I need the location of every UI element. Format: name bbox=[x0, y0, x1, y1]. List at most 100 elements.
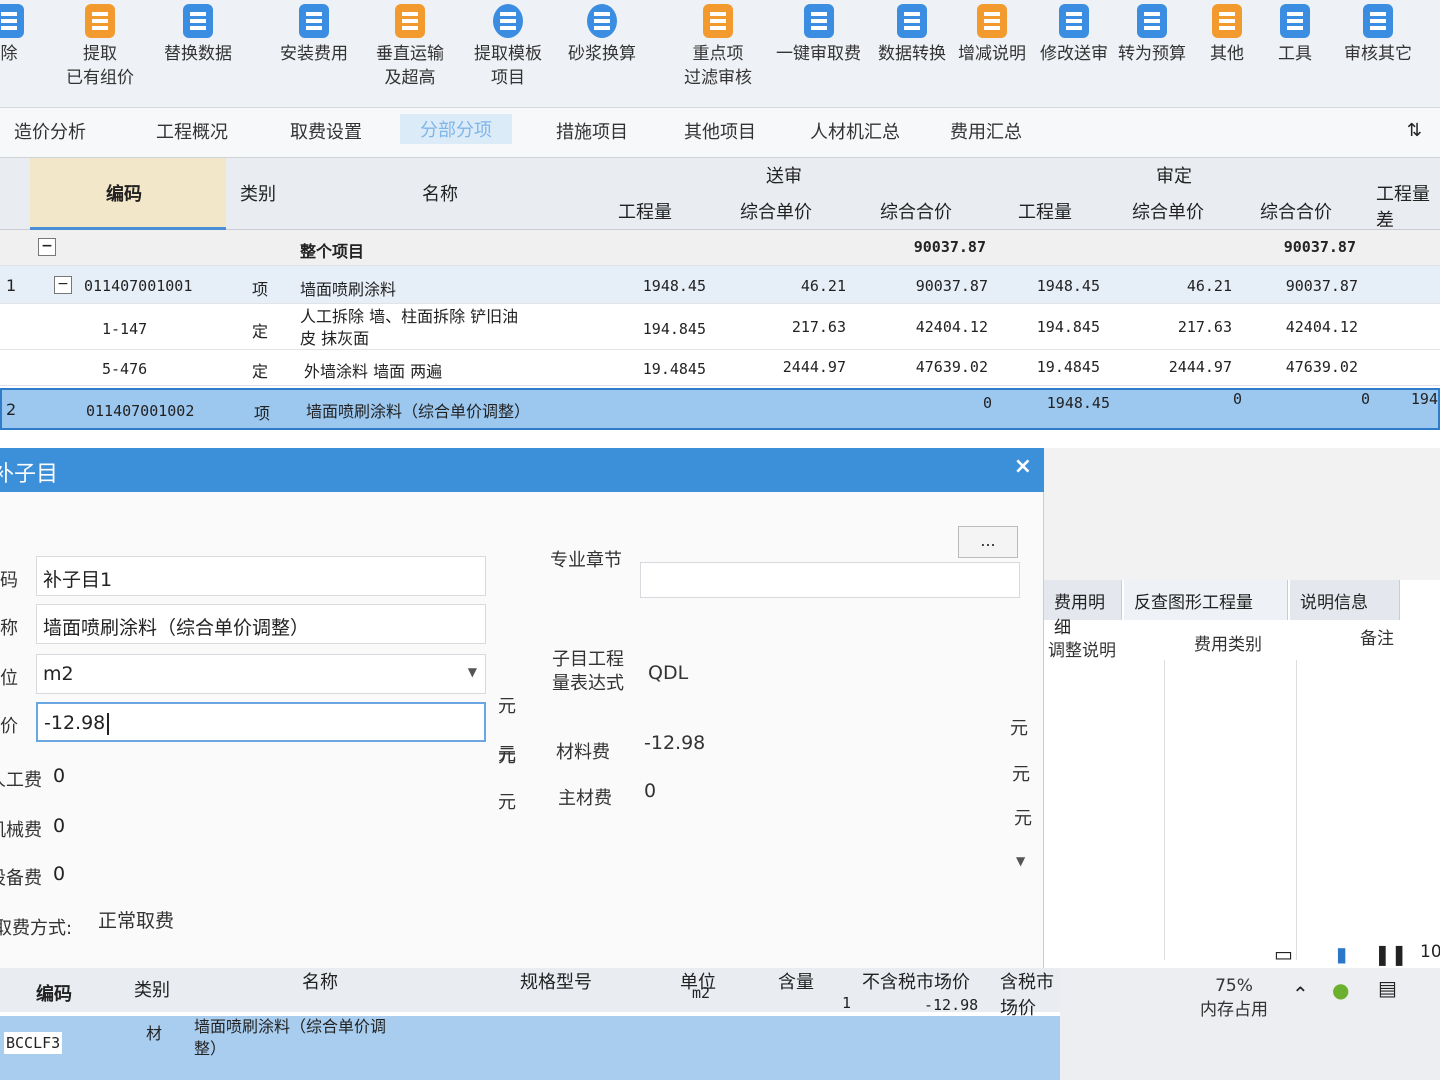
price-field[interactable]: -12.98 bbox=[36, 702, 486, 742]
ribbon-button-to-budget[interactable]: 转为预算 bbox=[1118, 4, 1186, 66]
calendar-icon[interactable]: ▭ bbox=[1274, 942, 1293, 966]
chapter-field[interactable] bbox=[640, 562, 1020, 598]
row-audit-unit-price: 2444.97 bbox=[1168, 358, 1232, 376]
tab-sub-items[interactable]: 分部分项 bbox=[400, 114, 512, 144]
security-icon[interactable]: ● bbox=[1332, 978, 1349, 1002]
row-audit-qty: 1948.45 bbox=[1036, 277, 1100, 295]
table-row[interactable]: 1 − 011407001001 项 墙面喷刷涂料 1948.45 46.21 … bbox=[0, 266, 1440, 304]
ribbon-button-label: 提取 已有组价 bbox=[66, 44, 134, 88]
row-audit-unit-price: 217.63 bbox=[1177, 318, 1232, 336]
row-code: 5-476 bbox=[102, 360, 148, 378]
filter-audit-icon bbox=[703, 4, 733, 38]
ribbon-toolbar: 除 提取 已有组价 替换数据 安装费用 垂直运输 及超高 提取模板 项目 砂浆换算 重点项 过… bbox=[0, 0, 1440, 108]
dialog-title-bar[interactable]: 补子目 × bbox=[0, 448, 1044, 492]
ribbon-button-other[interactable]: 其他 bbox=[1210, 4, 1244, 66]
tab-labor-material-summary[interactable]: 人材机汇总 bbox=[810, 118, 900, 144]
row-audit-total: 42404.12 bbox=[1285, 318, 1358, 336]
equipment-field[interactable]: 0 bbox=[46, 854, 486, 894]
ribbon-button-replace-data[interactable]: 替换数据 bbox=[164, 4, 232, 66]
tab-notes[interactable]: 说明信息 bbox=[1290, 580, 1400, 620]
ribbon-button-vertical-transport[interactable]: 垂直运输 及超高 bbox=[376, 4, 444, 90]
material-unit: 元 bbox=[1010, 718, 1028, 739]
material-row-unit-left: 元 bbox=[498, 744, 516, 765]
qty-expression-field[interactable]: QDL bbox=[648, 662, 688, 684]
unit-select[interactable]: m2 ▼ bbox=[36, 654, 486, 694]
ribbon-button-extract-price[interactable]: 提取 已有组价 bbox=[66, 4, 134, 90]
text-cursor-icon bbox=[107, 712, 110, 735]
ribbon-button-label: 安装费用 bbox=[280, 44, 348, 64]
row-name: 外墙涂料 墙面 两遍 bbox=[304, 362, 443, 381]
equipment-label: 设备费 bbox=[0, 868, 42, 889]
row-price-excl-tax[interactable]: -12.98 bbox=[924, 996, 978, 1014]
ribbon-button-tools[interactable]: 工具 bbox=[1278, 4, 1312, 66]
header-adjust-note: 调整说明 bbox=[1048, 641, 1116, 661]
chevron-up-icon[interactable]: ⌃ bbox=[1292, 982, 1309, 1006]
machine-unit: 元 bbox=[498, 792, 516, 813]
replace-data-icon bbox=[183, 4, 213, 38]
labor-field[interactable]: 0 bbox=[46, 756, 486, 796]
row-type: 项 bbox=[252, 280, 269, 299]
tab-measures[interactable]: 措施项目 bbox=[556, 118, 628, 144]
row-name: 墙面喷刷涂料（综合单价调整） bbox=[306, 402, 531, 421]
name-field[interactable]: 墙面喷刷涂料（综合单价调整） bbox=[36, 604, 486, 644]
fee-mode-select[interactable]: 正常取费 bbox=[98, 906, 174, 933]
chapter-browse-button[interactable]: ... bbox=[958, 526, 1018, 558]
chapter-label: 专业章节 bbox=[550, 550, 622, 571]
main-material-field[interactable]: 0 bbox=[644, 780, 656, 802]
ribbon-button-filter-audit[interactable]: 重点项 过滤审核 bbox=[684, 4, 752, 90]
ribbon-button-label: 数据转换 bbox=[878, 44, 946, 64]
ribbon-button-label: 工具 bbox=[1278, 44, 1312, 64]
ribbon-button-data-convert[interactable]: 数据转换 bbox=[878, 4, 946, 66]
layout-icon[interactable]: ▮ bbox=[1336, 942, 1347, 966]
tab-fee-summary[interactable]: 费用汇总 bbox=[950, 118, 1022, 144]
install-fee-icon bbox=[299, 4, 329, 38]
module-tabs: 造价分析 工程概况 取费设置 分部分项 措施项目 其他项目 人材机汇总 费用汇总… bbox=[0, 108, 1440, 158]
ribbon-button-delete[interactable]: 除 bbox=[0, 4, 24, 66]
row-name: 人工拆除 墙、柱面拆除 铲旧油 皮 抹灰面 bbox=[300, 307, 519, 348]
row-submit-total: 0 bbox=[982, 394, 992, 412]
tab-fee-detail[interactable]: 费用明细 bbox=[1044, 580, 1122, 638]
pause-icon[interactable]: ❚❚ bbox=[1374, 942, 1408, 966]
template-icon bbox=[493, 4, 523, 38]
ribbon-button-edit-submit[interactable]: 修改送审 bbox=[1040, 4, 1108, 66]
ribbon-button-label: 增减说明 bbox=[958, 44, 1026, 64]
collapse-icon[interactable]: − bbox=[54, 276, 72, 294]
tab-fee-settings[interactable]: 取费设置 bbox=[290, 118, 362, 144]
table-row-total[interactable]: − 整个项目 90037.87 90037.87 bbox=[0, 230, 1440, 266]
code-field[interactable]: 补子目1 bbox=[36, 556, 486, 596]
ribbon-button-label: 审核其它 bbox=[1344, 44, 1412, 64]
ribbon-button-audit-fee[interactable]: 一键审取费 bbox=[776, 4, 861, 66]
close-icon[interactable]: × bbox=[1014, 454, 1032, 479]
header-price-incl-tax: 含税市场价 bbox=[1000, 972, 1054, 1019]
table-row[interactable]: BCCLF3 材 墙面喷刷涂料（综合单价调 整） m2 1 -12.98 bbox=[0, 984, 1060, 1080]
row-audit-total: 90037.87 bbox=[1283, 238, 1356, 256]
chevron-down-icon[interactable]: ▼ bbox=[468, 665, 477, 679]
ribbon-button-template[interactable]: 提取模板 项目 bbox=[474, 4, 542, 90]
extract-price-icon bbox=[85, 4, 115, 38]
ribbon-button-install-fee[interactable]: 安装费用 bbox=[280, 4, 348, 66]
row-type: 定 bbox=[252, 322, 269, 341]
price-value: -12.98 bbox=[44, 712, 106, 734]
tab-project-overview[interactable]: 工程概况 bbox=[156, 118, 228, 144]
table-row[interactable]: 5-476 定 外墙涂料 墙面 两遍 19.4845 2444.97 47639… bbox=[0, 350, 1440, 386]
ribbon-button-mortar-convert[interactable]: 砂浆换算 bbox=[568, 4, 636, 66]
table-row-selected[interactable]: 2 011407001002 项 墙面喷刷涂料（综合单价调整） 0 1948.4… bbox=[0, 388, 1440, 430]
tab-other-items[interactable]: 其他项目 bbox=[684, 118, 756, 144]
header-submit-qty: 工程量 bbox=[618, 202, 672, 223]
chevron-down-icon[interactable]: ▼ bbox=[1016, 854, 1025, 868]
ribbon-button-change-note[interactable]: 增减说明 bbox=[958, 4, 1026, 66]
header-submit-total: 综合合价 bbox=[880, 202, 952, 223]
tab-reverse-lookup-qty[interactable]: 反查图形工程量 bbox=[1124, 580, 1288, 620]
row-submit-qty: 1948.45 bbox=[642, 277, 706, 295]
system-tray: ▭ ▮ ❚❚ 10 75% 内存占用 ⌃ ● ▤ bbox=[1060, 942, 1440, 1080]
table-row[interactable]: 1-147 定 人工拆除 墙、柱面拆除 铲旧油 皮 抹灰面 194.845 21… bbox=[0, 304, 1440, 350]
sort-toggle-icon[interactable]: ⇅ bbox=[1407, 120, 1422, 141]
row-audit-unit-price: 0 bbox=[1232, 390, 1242, 408]
network-icon[interactable]: ▤ bbox=[1378, 976, 1397, 1000]
machine-field[interactable]: 0 bbox=[46, 806, 486, 846]
material-field[interactable]: -12.98 bbox=[644, 732, 705, 754]
ribbon-button-audit-other[interactable]: 审核其它 bbox=[1344, 4, 1412, 66]
tab-cost-analysis[interactable]: 造价分析 bbox=[14, 118, 86, 144]
collapse-icon[interactable]: − bbox=[38, 238, 56, 256]
header-submit-unit-price: 综合单价 bbox=[740, 202, 812, 223]
